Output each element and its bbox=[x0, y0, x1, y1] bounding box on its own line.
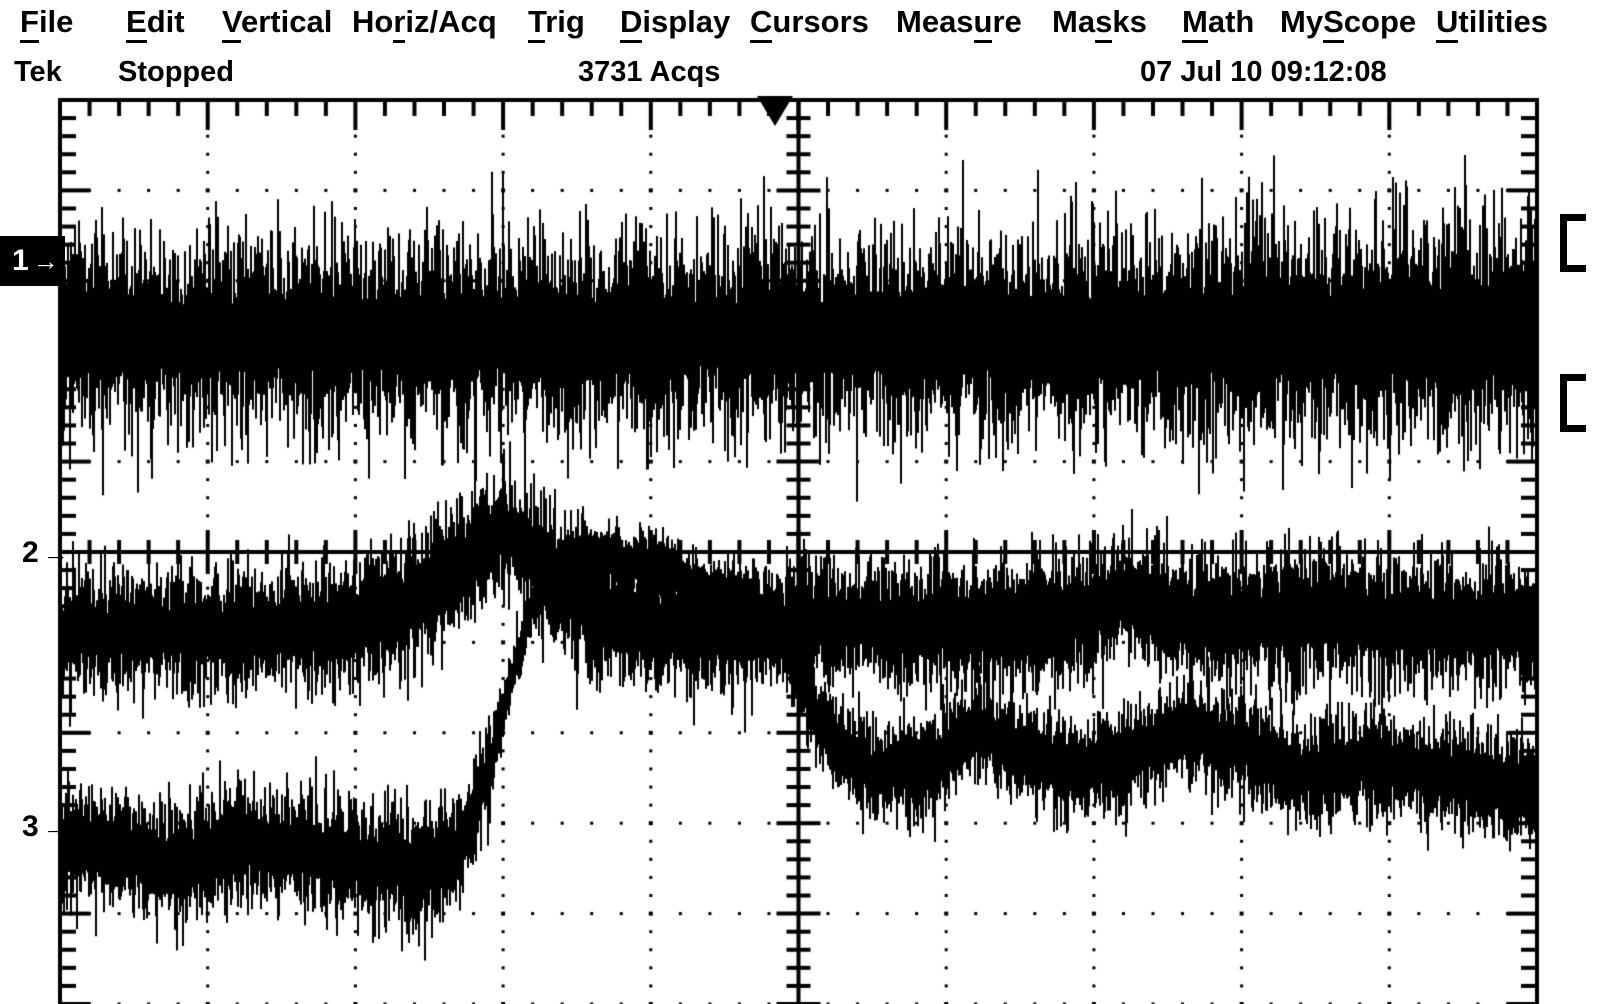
channel-marker-label-2: 2 bbox=[22, 536, 39, 569]
reference-bracket-lower[interactable] bbox=[1560, 374, 1586, 432]
waveform-graticule[interactable] bbox=[0, 94, 1609, 1004]
menu-item-measure[interactable]: Measure bbox=[896, 4, 1022, 43]
menu-item-cursors[interactable]: Cursors bbox=[750, 4, 869, 43]
acquisition-count: 3731 Acqs bbox=[578, 56, 721, 88]
scope-display[interactable]: 1 → 2 → 3 → bbox=[0, 94, 1609, 1004]
reference-bracket-upper[interactable] bbox=[1560, 214, 1586, 272]
channel-marker-arrow-icon: → bbox=[42, 812, 69, 842]
menu-item-utilities[interactable]: Utilities bbox=[1436, 4, 1548, 43]
menu-item-vertical[interactable]: Vertical bbox=[222, 4, 332, 43]
channel-marker-1[interactable]: 1 → bbox=[0, 236, 65, 286]
channel-marker-arrow-icon: → bbox=[32, 246, 59, 276]
channel-marker-label-1: 1 bbox=[12, 244, 29, 277]
channel-marker-3[interactable]: 3 → bbox=[22, 810, 69, 844]
menu-item-display[interactable]: Display bbox=[620, 4, 730, 43]
channel-marker-label-3: 3 bbox=[22, 810, 39, 843]
menu-bar: File Edit Vertical Horiz/Acq Trig Display Curs… bbox=[0, 0, 1609, 48]
channel-marker-arrow-icon: → bbox=[42, 538, 69, 568]
menu-item-math[interactable]: Math bbox=[1182, 4, 1254, 43]
menu-item-myscope[interactable]: MyScope bbox=[1280, 4, 1416, 43]
menu-item-horiz-acq[interactable]: Horiz/Acq bbox=[352, 4, 497, 43]
datetime-label: 07 Jul 10 09:12:08 bbox=[1140, 56, 1387, 88]
menu-item-masks[interactable]: Masks bbox=[1052, 4, 1147, 43]
menu-item-trig[interactable]: Trig bbox=[528, 4, 585, 43]
menu-item-edit[interactable]: Edit bbox=[126, 4, 185, 43]
status-bar: Tek Stopped 3731 Acqs 07 Jul 10 09:12:08 bbox=[0, 52, 1609, 94]
menu-item-file[interactable]: File bbox=[20, 4, 73, 43]
acquisition-state[interactable]: Stopped bbox=[118, 58, 234, 87]
brand-label: Tek bbox=[14, 56, 62, 88]
channel-marker-2[interactable]: 2 → bbox=[22, 536, 69, 570]
